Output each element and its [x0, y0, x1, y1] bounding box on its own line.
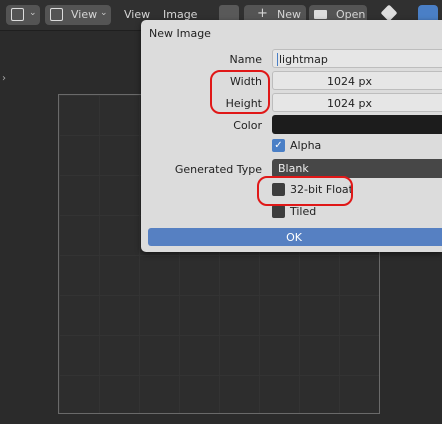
annotation-circle-float — [257, 176, 353, 206]
tiled-checkbox[interactable] — [272, 205, 285, 218]
ok-button[interactable]: OK — [148, 228, 442, 246]
name-label: Name — [229, 53, 262, 66]
checkmark-icon: ✓ — [274, 140, 283, 151]
view-mode-label: View — [71, 8, 98, 21]
image-icon — [50, 8, 63, 21]
width-value: 1024 px — [327, 75, 372, 88]
alpha-label: Alpha — [290, 139, 322, 152]
ok-label: OK — [286, 231, 302, 244]
alpha-checkbox[interactable]: ✓ — [272, 139, 285, 152]
height-field[interactable]: 1024 px — [272, 93, 442, 112]
generated-type-value: Blank — [278, 162, 309, 175]
color-swatch[interactable] — [272, 115, 442, 134]
chevron-down-icon: ⌄ — [29, 8, 37, 18]
sidebar-toggle-icon[interactable]: › — [2, 73, 6, 84]
generated-type-label: Generated Type — [174, 163, 262, 176]
tiled-label: Tiled — [290, 205, 317, 218]
color-label: Color — [233, 119, 262, 132]
plus-icon: + — [257, 6, 268, 21]
width-field[interactable]: 1024 px — [272, 71, 442, 90]
chevron-down-icon: ⌄ — [100, 8, 108, 18]
editor-type-dropdown[interactable]: ⌄ — [6, 5, 40, 25]
new-image-dialog: New Image Name lightmap Width 1024 px He… — [141, 20, 442, 252]
folder-icon — [314, 10, 327, 19]
view-mode-dropdown[interactable]: View ⌄ — [45, 5, 111, 25]
dialog-title: New Image — [149, 27, 211, 40]
name-value: lightmap — [277, 53, 328, 66]
image-editor-icon — [11, 8, 24, 21]
name-field[interactable]: lightmap — [272, 49, 442, 68]
height-value: 1024 px — [327, 97, 372, 110]
pin-icon[interactable] — [380, 4, 398, 22]
annotation-circle-size — [210, 70, 270, 114]
